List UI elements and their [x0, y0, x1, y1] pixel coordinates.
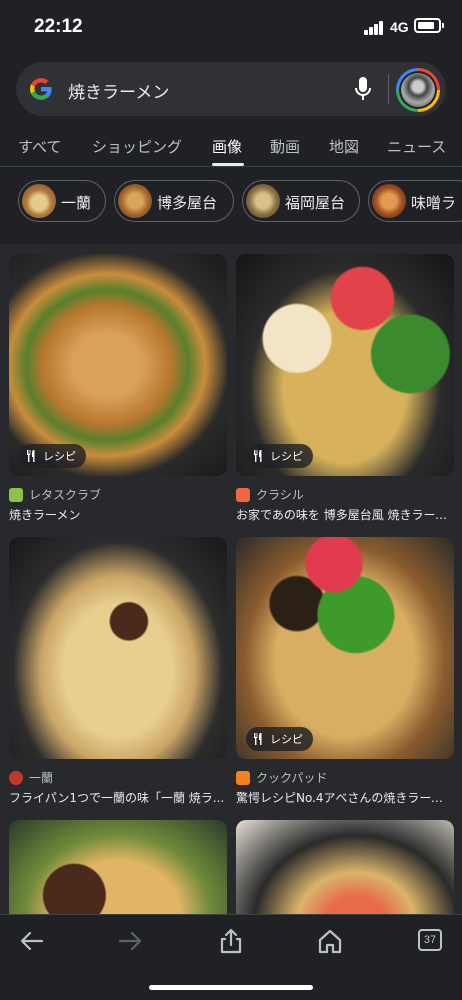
- chip-thumbnail: [246, 184, 280, 218]
- result-image[interactable]: [9, 537, 227, 759]
- result-source-name: 一蘭: [29, 771, 54, 785]
- kurashiru-favicon-icon: [236, 487, 250, 502]
- microphone-icon[interactable]: [354, 76, 372, 102]
- search-divider: [388, 74, 389, 104]
- chip-label: 味噌ラ: [411, 194, 457, 212]
- tab-images[interactable]: 画像: [212, 136, 242, 157]
- result-source-name: レタスクラブ: [29, 488, 102, 502]
- recipe-badge: レシピ: [246, 444, 313, 468]
- recipe-badge: レシピ: [19, 444, 86, 468]
- result-title[interactable]: フライパン1つで一蘭の味「一蘭 焼ラ...: [9, 789, 227, 806]
- account-avatar[interactable]: [396, 68, 440, 112]
- chip-miso-ramen[interactable]: 味噌ラ: [368, 180, 462, 222]
- search-input[interactable]: 焼きラーメン: [68, 78, 169, 103]
- tab-maps[interactable]: 地図: [329, 136, 359, 157]
- tabs-divider: [0, 166, 462, 167]
- chip-label: 博多屋台: [157, 194, 218, 212]
- result-source: クックパッド: [236, 769, 327, 786]
- battery-icon: [414, 18, 444, 33]
- tab-videos[interactable]: 動画: [270, 136, 300, 157]
- result-image[interactable]: レシピ: [236, 537, 454, 759]
- chip-label: 福岡屋台: [285, 194, 346, 212]
- result-source: クラシル: [236, 486, 304, 503]
- result-source: 一蘭: [9, 769, 53, 786]
- result-title[interactable]: 驚愕レシピNo.4アベさんの焼きラーメン: [236, 789, 454, 806]
- image-result[interactable]: [9, 820, 227, 914]
- chip-fukuoka-yatai[interactable]: 福岡屋台: [242, 180, 360, 222]
- chip-hakata-yatai[interactable]: 博多屋台: [114, 180, 234, 222]
- back-arrow-icon[interactable]: [18, 927, 46, 955]
- chip-thumbnail: [118, 184, 152, 218]
- recipe-badge-label: レシピ: [270, 733, 303, 746]
- recipe-badge-label: レシピ: [270, 450, 303, 463]
- google-logo-icon[interactable]: [28, 76, 54, 102]
- fork-knife-icon: [27, 450, 35, 462]
- result-image[interactable]: レシピ: [9, 254, 227, 476]
- image-result[interactable]: レシピ クックパッド 驚愕レシピNo.4アベさんの焼きラーメン: [236, 537, 454, 807]
- home-indicator: [149, 985, 313, 990]
- ichiran-favicon-icon: [9, 770, 23, 785]
- result-title[interactable]: 焼きラーメン: [9, 506, 227, 523]
- result-source: レタスクラブ: [9, 486, 101, 503]
- network-type: 4G: [390, 19, 409, 35]
- status-time: 22:12: [34, 16, 83, 37]
- tabs-count-button[interactable]: 37: [418, 929, 442, 951]
- chip-thumbnail: [372, 184, 406, 218]
- image-result[interactable]: レシピ レタスクラブ 焼きラーメン: [9, 254, 227, 524]
- recipe-badge-label: レシピ: [43, 450, 76, 463]
- lettuce-club-favicon-icon: [9, 487, 23, 502]
- image-result[interactable]: [236, 820, 454, 914]
- tab-all[interactable]: すべて: [18, 136, 61, 157]
- tab-shopping[interactable]: ショッピング: [92, 136, 182, 157]
- fork-knife-icon: [254, 450, 262, 462]
- result-source-name: クックパッド: [256, 771, 328, 785]
- result-image[interactable]: [9, 820, 227, 914]
- chip-label: 一蘭: [61, 194, 92, 212]
- share-icon[interactable]: [217, 927, 245, 955]
- result-image[interactable]: レシピ: [236, 254, 454, 476]
- recipe-badge: レシピ: [246, 727, 313, 751]
- image-result[interactable]: レシピ クラシル お家であの味を 博多屋台風 焼きラーメ...: [236, 254, 454, 524]
- result-source-name: クラシル: [256, 488, 304, 502]
- status-bar: 22:12 4G: [0, 0, 462, 56]
- home-icon[interactable]: [316, 927, 344, 955]
- search-tabs: すべて ショッピング 画像 動画 地図 ニュース: [0, 126, 462, 166]
- cookpad-favicon-icon: [236, 770, 250, 785]
- chip-thumbnail: [22, 184, 56, 218]
- image-result[interactable]: 一蘭 フライパン1つで一蘭の味「一蘭 焼ラ...: [9, 537, 227, 807]
- result-image[interactable]: [236, 820, 454, 914]
- forward-arrow-icon[interactable]: [116, 927, 144, 955]
- signal-icon: [364, 21, 386, 35]
- search-box[interactable]: 焼きラーメン: [16, 62, 446, 116]
- related-chips: 一蘭 博多屋台 福岡屋台 味噌ラ: [0, 180, 462, 222]
- result-title[interactable]: お家であの味を 博多屋台風 焼きラーメ...: [236, 506, 454, 523]
- tab-news[interactable]: ニュース: [387, 136, 446, 157]
- chip-ichiran[interactable]: 一蘭: [18, 180, 106, 222]
- fork-knife-icon: [254, 733, 262, 745]
